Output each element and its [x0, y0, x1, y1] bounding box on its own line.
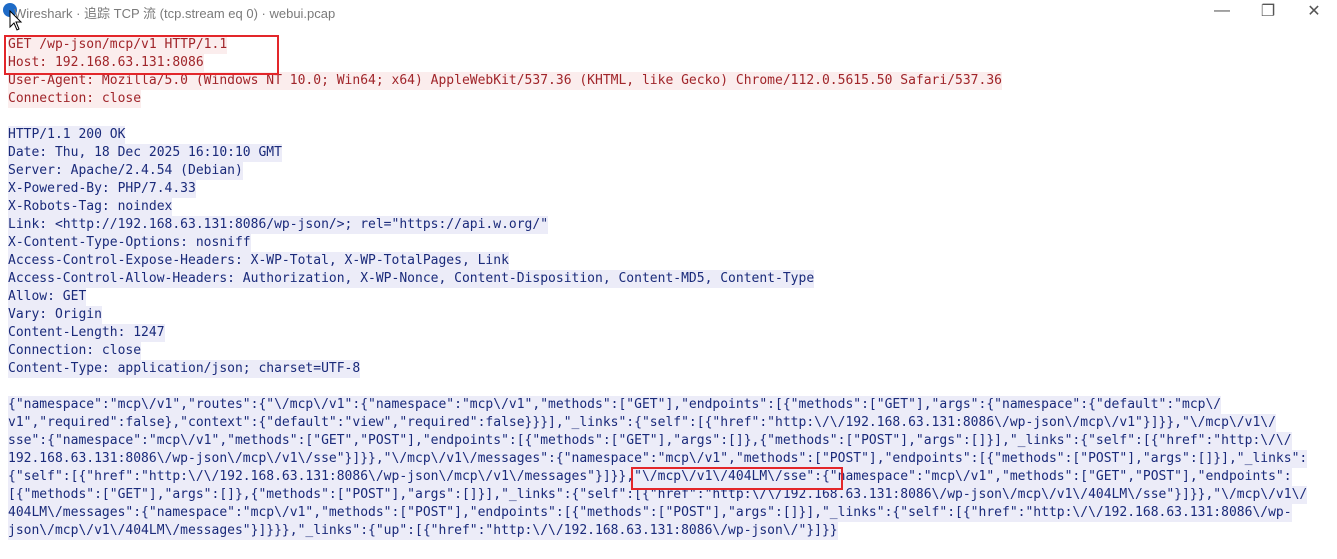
response-body-line: json\/mcp\/v1\/404LM\/messages"}]}}},"_l… — [8, 522, 838, 540]
response-body-line: 192.168.63.131:8086\/wp-json\/mcp\/v1\/s… — [8, 450, 1308, 468]
mouse-pointer-icon — [9, 10, 23, 31]
response-body-line: {"namespace":"mcp\/v1","routes":{"\/mcp\… — [8, 396, 1222, 414]
response-header-line: Date: Thu, 18 Dec 2025 16:10:10 GMT — [8, 144, 282, 162]
window-title: Wireshark · 追踪 TCP 流 (tcp.stream eq 0) ·… — [14, 6, 336, 21]
response-header-line: Allow: GET — [8, 288, 87, 306]
response-header-line: X-Content-Type-Options: nosniff — [8, 234, 251, 252]
response-header-line: X-Powered-By: PHP/7.4.33 — [8, 180, 196, 198]
response-header-line: Vary: Origin — [8, 306, 102, 324]
request-line: Connection: close — [8, 90, 142, 108]
sse-route-highlight-box — [631, 467, 843, 490]
maximize-button[interactable]: ❐ — [1245, 0, 1291, 22]
minimize-button[interactable]: — — [1199, 0, 1245, 22]
response-header-line: X-Robots-Tag: noindex — [8, 198, 173, 216]
response-header-line: Content-Length: 1247 — [8, 324, 165, 342]
response-header-line: Access-Control-Allow-Headers: Authorizat… — [8, 270, 815, 288]
response-body-line: v1","required":false},"context":{"defaul… — [8, 414, 1276, 432]
close-button[interactable]: ✕ — [1291, 0, 1337, 22]
response-header-line: HTTP/1.1 200 OK — [8, 126, 126, 144]
title-bar: Wireshark · 追踪 TCP 流 (tcp.stream eq 0) ·… — [0, 0, 1337, 31]
response-header-line: Link: <http://192.168.63.131:8086/wp-jso… — [8, 216, 549, 234]
response-header-line: Server: Apache/2.4.54 (Debian) — [8, 162, 243, 180]
request-highlight-box — [4, 35, 279, 75]
response-header-line: Content-Type: application/json; charset=… — [8, 360, 361, 378]
response-body-line: sse":{"namespace":"mcp\/v1","methods":["… — [8, 432, 1292, 450]
response-header-line: Access-Control-Expose-Headers: X-WP-Tota… — [8, 252, 509, 270]
response-header-line: Connection: close — [8, 342, 142, 360]
response-body-line: 404LM\/messages":{"namespace":"mcp\/v1",… — [8, 504, 1292, 522]
